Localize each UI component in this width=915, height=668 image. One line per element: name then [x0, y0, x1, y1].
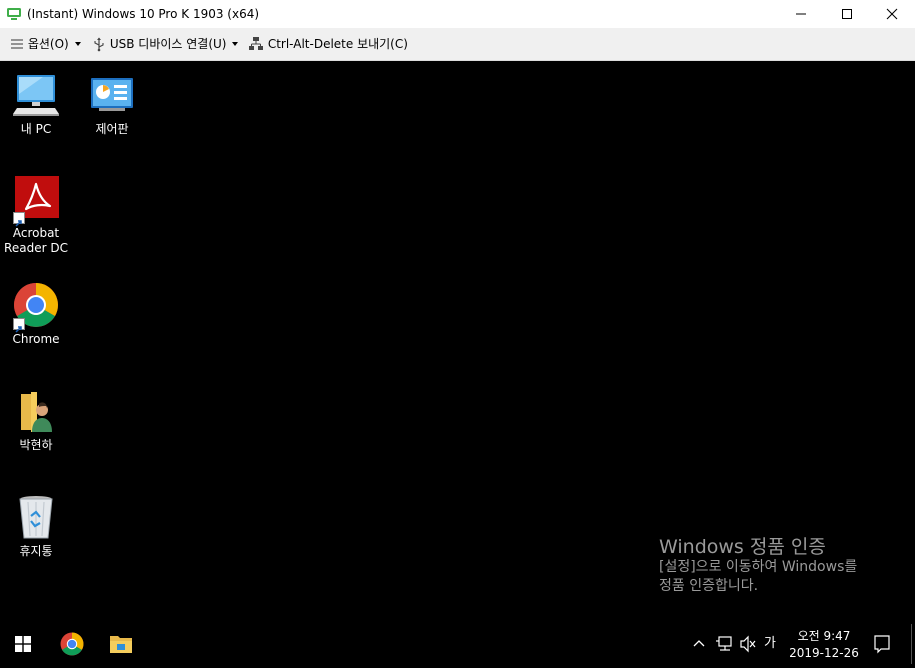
acrobat-icon: [13, 176, 59, 227]
volume-muted-icon: [740, 635, 756, 653]
usb-icon: [94, 37, 104, 52]
network-tray-icon: [716, 636, 732, 651]
chrome-icon: [13, 282, 59, 333]
desktop-icon-label: 제어판: [95, 122, 129, 136]
user-folder-icon: [13, 388, 59, 434]
vmware-app-icon: [6, 6, 22, 22]
desktop-icon-user-folder[interactable]: 박현하: [1, 388, 71, 453]
maximize-icon: [842, 9, 852, 19]
ctrl-alt-delete-button[interactable]: Ctrl-Alt-Delete 보내기(C): [248, 36, 408, 52]
usb-connect-menu[interactable]: USB 디바이스 연결(U): [92, 36, 240, 52]
windows-activation-watermark: Windows 정품 인증 [설정]으로 이동하여 Windows를 정품 인증…: [659, 536, 857, 596]
activation-line1: [설정]으로 이동하여 Windows를: [659, 559, 858, 575]
volume-tray-button[interactable]: [739, 624, 757, 664]
file-explorer-icon: [110, 636, 132, 653]
desktop[interactable]: 내 PC 제어판 Acrobat Reader DC Chrome 박현하 휴지…: [0, 61, 915, 624]
options-menu[interactable]: 옵션(O): [10, 36, 83, 52]
chevron-up-icon: [693, 640, 705, 647]
vm-toolbar: 옵션(O) USB 디바이스 연결(U) Ctrl-Alt-Delete 보내기…: [0, 28, 915, 61]
network-tray-button[interactable]: [715, 624, 733, 664]
desktop-icon-acrobat[interactable]: Acrobat Reader DC: [1, 176, 71, 256]
show-desktop-button[interactable]: [911, 624, 912, 664]
windows-logo-icon: [15, 636, 31, 652]
window-title: (Instant) Windows 10 Pro K 1903 (x64): [27, 7, 260, 21]
taskbar-chrome-button[interactable]: [48, 624, 96, 664]
ime-indicator[interactable]: 가: [764, 624, 776, 664]
recycle-bin-icon: [13, 494, 59, 540]
close-button[interactable]: [869, 0, 915, 28]
options-label: 옵션(O): [27, 37, 69, 51]
activation-title: Windows 정품 인증: [659, 536, 826, 558]
desktop-icon-control-panel[interactable]: 제어판: [77, 72, 147, 137]
computer-icon: [13, 72, 59, 118]
ime-label: 가: [764, 636, 776, 651]
desktop-icon-label: 내 PC: [20, 122, 52, 136]
notification-icon: [874, 635, 890, 654]
desktop-icon-this-pc[interactable]: 내 PC: [1, 72, 71, 137]
maximize-button[interactable]: [824, 0, 870, 28]
shortcut-arrow-icon: [13, 212, 25, 227]
desktop-icon-recycle-bin[interactable]: 휴지통: [1, 494, 71, 559]
desktop-icon-label-line1: Acrobat: [12, 226, 60, 240]
dropdown-arrow-icon: [232, 42, 239, 46]
taskbar-clock[interactable]: 오전 9:47 2019-12-26: [786, 628, 862, 662]
network-icon: [249, 37, 263, 50]
desktop-icon-label: 박현하: [19, 438, 53, 452]
chrome-icon: [60, 632, 84, 656]
taskbar: 가: [0, 624, 915, 664]
ctrl-alt-delete-label: Ctrl-Alt-Delete 보내기(C): [267, 37, 408, 51]
start-button[interactable]: [0, 624, 48, 664]
usb-label: USB 디바이스 연결(U): [109, 37, 227, 51]
minimize-icon: [796, 13, 806, 15]
control-panel-icon: [89, 72, 135, 118]
clock-date: 2019-12-26: [789, 646, 859, 660]
desktop-icon-chrome[interactable]: Chrome: [1, 282, 71, 347]
desktop-icon-label: 휴지통: [19, 544, 53, 558]
desktop-icon-label: Chrome: [12, 332, 60, 346]
window-title-bar[interactable]: (Instant) Windows 10 Pro K 1903 (x64): [0, 0, 915, 28]
hamburger-icon: [11, 39, 23, 49]
taskbar-file-explorer-button[interactable]: [97, 624, 145, 664]
desktop-icon-label-line2: Reader DC: [4, 241, 68, 255]
minimize-button[interactable]: [778, 0, 824, 28]
show-hidden-icons-button[interactable]: [692, 624, 706, 664]
shortcut-arrow-icon: [13, 318, 25, 333]
close-icon: [886, 8, 898, 20]
clock-time: 오전 9:47: [797, 629, 851, 643]
dropdown-arrow-icon: [74, 42, 81, 46]
activation-line2: 정품 인증합니다.: [659, 578, 759, 594]
action-center-button[interactable]: [872, 624, 892, 664]
